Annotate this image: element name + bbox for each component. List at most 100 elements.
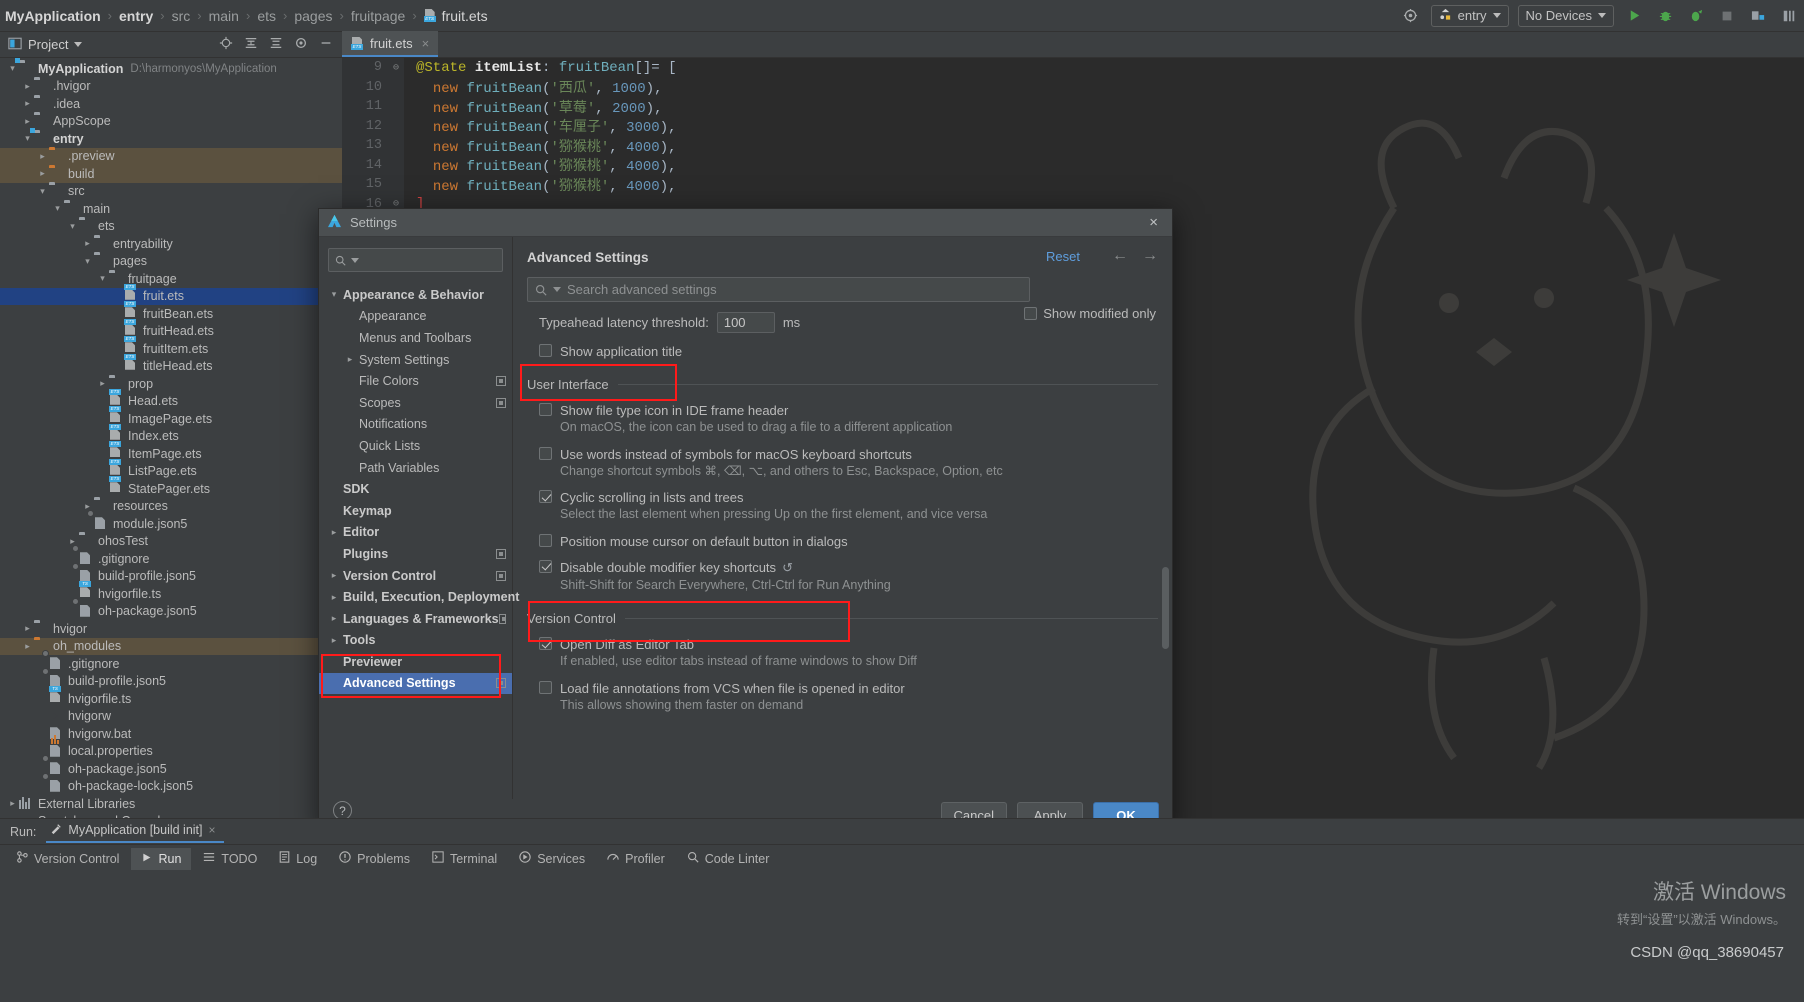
chevron-right-icon[interactable]: ▸ (327, 613, 341, 624)
settings-nav-item-build-execution-deployment[interactable]: ▸ Build, Execution, Deployment (319, 586, 520, 608)
tree-folder-row[interactable]: ▸ AppScope (0, 113, 342, 131)
status-bar-services[interactable]: Services (509, 847, 595, 870)
tree-file-row[interactable]: ▸ETSHead.ets (0, 388, 342, 411)
tree-folder-row[interactable]: ▸ build (0, 165, 342, 183)
run-configuration-selector[interactable]: entry (1430, 4, 1509, 27)
chevron-right-icon[interactable]: ▸ (327, 592, 341, 603)
settings-nav-list[interactable]: ▾ Appearance & Behavior Appearance Menus an… (319, 284, 520, 695)
tree-folder-row[interactable]: ▾ main (0, 200, 342, 218)
tree-file-row[interactable]: ▸oh-package.json5 (0, 597, 342, 621)
settings-nav-item-tools[interactable]: ▸ Tools (319, 630, 512, 652)
chevron-right-icon[interactable]: ▸ (21, 623, 34, 634)
settings-checkbox-disable-double-modifier-key-shortcuts[interactable]: Disable double modifier key shortcuts ↺ (539, 559, 1158, 576)
tree-file-row[interactable]: ▸ETSListPage.ets (0, 458, 342, 481)
chevron-right-icon[interactable]: ▸ (36, 151, 49, 162)
tree-file-row[interactable]: ▸local.properties (0, 734, 342, 761)
settings-gear-icon[interactable] (1400, 5, 1422, 27)
advanced-settings-search-input[interactable]: Search advanced settings (527, 277, 1030, 302)
tree-folder-row[interactable]: ▾ entry (0, 130, 342, 148)
revert-icon[interactable]: ↺ (782, 560, 793, 575)
tree-file-row[interactable]: ▸ETSfruitBean.ets (0, 301, 342, 323)
tree-file-row[interactable]: ▸hvigorw (0, 708, 342, 726)
bottom-tool-bar[interactable]: Version Control Run TODO Log Problems Termina… (0, 844, 1804, 872)
status-bar-run[interactable]: Run (131, 847, 192, 870)
run-icon[interactable] (1623, 5, 1645, 27)
chevron-down-icon[interactable]: ▾ (327, 289, 341, 300)
status-bar-profiler[interactable]: Profiler (597, 847, 675, 870)
hide-window-icon[interactable] (319, 36, 333, 53)
settings-checkbox-use-words-instead-of-symbols-for-macos-k[interactable]: Use words instead of symbols for macOS k… (539, 446, 1158, 462)
chevron-right-icon[interactable]: ▸ (21, 98, 34, 109)
device-selector[interactable]: No Devices (1517, 4, 1614, 27)
breadcrumb-item-entry[interactable]: entry (116, 8, 156, 24)
settings-nav-item-previewer[interactable]: Previewer (319, 651, 512, 673)
breadcrumb-item-pages[interactable]: pages (291, 8, 335, 24)
settings-checkbox-cyclic-scrolling-in-lists-and-trees[interactable]: Cyclic scrolling in lists and trees (539, 490, 1158, 505)
settings-nav-item-quick-lists[interactable]: Quick Lists (319, 435, 512, 457)
project-tree[interactable]: ▾ MyApplication D:\harmonyos\MyApplication… (0, 58, 342, 818)
tree-file-row[interactable]: ▸ETSItemPage.ets (0, 441, 342, 463)
settings-checkbox-load-file-annotations-from-vcs-when-file[interactable]: Load file annotations from VCS when file… (539, 680, 1158, 696)
device-manager-icon[interactable] (1747, 5, 1769, 27)
settings-nav-item-file-colors[interactable]: File Colors (319, 370, 512, 392)
chevron-down-icon[interactable]: ▾ (21, 133, 34, 144)
settings-nav-item-plugins[interactable]: Plugins (319, 543, 512, 565)
settings-nav-item-appearance[interactable]: Appearance (319, 306, 512, 328)
tree-file-row[interactable]: ▸.gitignore (0, 650, 342, 673)
breadcrumb-item-src[interactable]: src (169, 8, 194, 24)
advanced-settings-panel[interactable]: Advanced Settings Reset ← → Search advan… (513, 237, 1172, 799)
settings-nav-item-editor[interactable]: ▸ Editor (319, 522, 512, 544)
tree-file-row[interactable]: ▸ETSIndex.ets (0, 423, 342, 446)
tree-file-row[interactable]: ▸oh-package-lock.json5 (0, 772, 342, 796)
back-arrow-icon[interactable]: ← (1112, 247, 1128, 265)
settings-nav-item-system-settings[interactable]: ▸ System Settings (319, 349, 512, 371)
expand-all-icon[interactable] (244, 36, 258, 53)
tree-folder-row[interactable]: ▸ hvigor (0, 620, 342, 638)
chevron-right-icon[interactable]: ▸ (6, 798, 19, 809)
tree-file-row[interactable]: ▸oh-package.json5 (0, 755, 342, 778)
tree-file-row[interactable]: ▸ETSfruitItem.ets (0, 336, 342, 358)
chevron-right-icon[interactable]: ▸ (21, 641, 34, 652)
settings-checkbox-open-diff-as-editor-tab[interactable]: Open Diff as Editor Tab (539, 637, 1158, 652)
tree-folder-row[interactable]: ▸ .hvigor (0, 78, 342, 96)
settings-checkbox-position-mouse-cursor-on-default-button-[interactable]: Position mouse cursor on default button … (539, 533, 1158, 549)
tree-file-row[interactable]: ▸TShvigorfile.ts (0, 581, 342, 603)
tree-folder-row[interactable]: ▾ src (0, 183, 342, 201)
settings-nav-item-scopes[interactable]: Scopes (319, 392, 512, 414)
chevron-right-icon[interactable]: ▸ (327, 570, 341, 581)
chevron-down-icon[interactable]: ▾ (96, 273, 109, 284)
tree-folder-row[interactable]: ▸ .idea (0, 95, 342, 113)
breadcrumb-item-fruit-ets[interactable]: ETS fruit.ets (421, 8, 491, 24)
settings-nav-item-sdk[interactable]: SDK (319, 478, 512, 500)
chevron-down-icon[interactable]: ▾ (81, 256, 94, 267)
chevron-down-icon[interactable]: ▾ (36, 186, 49, 197)
chevron-right-icon[interactable]: ▸ (96, 378, 109, 389)
tree-folder-row[interactable]: ▸ entryability (0, 235, 342, 253)
status-bar-version-control[interactable]: Version Control (6, 847, 129, 870)
editor-tab-fruit-ets[interactable]: ETS fruit.ets × (342, 31, 439, 57)
show-application-title-checkbox[interactable]: Show application title (539, 344, 1158, 359)
settings-nav-item-keymap[interactable]: Keymap (319, 500, 512, 522)
tree-folder-row[interactable]: ▸ prop (0, 375, 342, 393)
gear-icon[interactable] (294, 36, 308, 53)
settings-nav-item-appearance-behavior[interactable]: ▾ Appearance & Behavior (319, 284, 512, 306)
status-bar-problems[interactable]: Problems (329, 847, 420, 870)
collapse-all-icon[interactable] (269, 36, 283, 53)
chevron-right-icon[interactable]: ▸ (21, 81, 34, 92)
run-panel-tab[interactable]: MyApplication [build init] × (46, 821, 224, 843)
tree-folder-row[interactable]: ▾ MyApplication D:\harmonyos\MyApplication (0, 60, 342, 78)
chevron-down-icon[interactable] (74, 42, 83, 47)
reset-link[interactable]: Reset (1046, 249, 1080, 264)
tree-file-row[interactable]: ▸TShvigorfile.ts (0, 686, 342, 708)
sdk-manager-icon[interactable] (1778, 5, 1800, 27)
settings-nav-item-notifications[interactable]: Notifications (319, 414, 512, 436)
tree-folder-row[interactable]: ▸ oh_modules (0, 637, 342, 655)
attach-debugger-icon[interactable] (1685, 5, 1707, 27)
settings-checkbox-show-file-type-icon-in-ide-frame-header[interactable]: Show file type icon in IDE frame header (539, 403, 1158, 418)
status-bar-todo[interactable]: TODO (193, 847, 267, 870)
breadcrumb-item-fruitpage[interactable]: fruitpage (348, 8, 408, 24)
tree-folder-row[interactable]: ▸ resources (0, 498, 342, 516)
breadcrumb-item-main[interactable]: main (206, 8, 242, 24)
forward-arrow-icon[interactable]: → (1142, 247, 1158, 265)
panel-scrollbar[interactable] (1162, 567, 1169, 649)
